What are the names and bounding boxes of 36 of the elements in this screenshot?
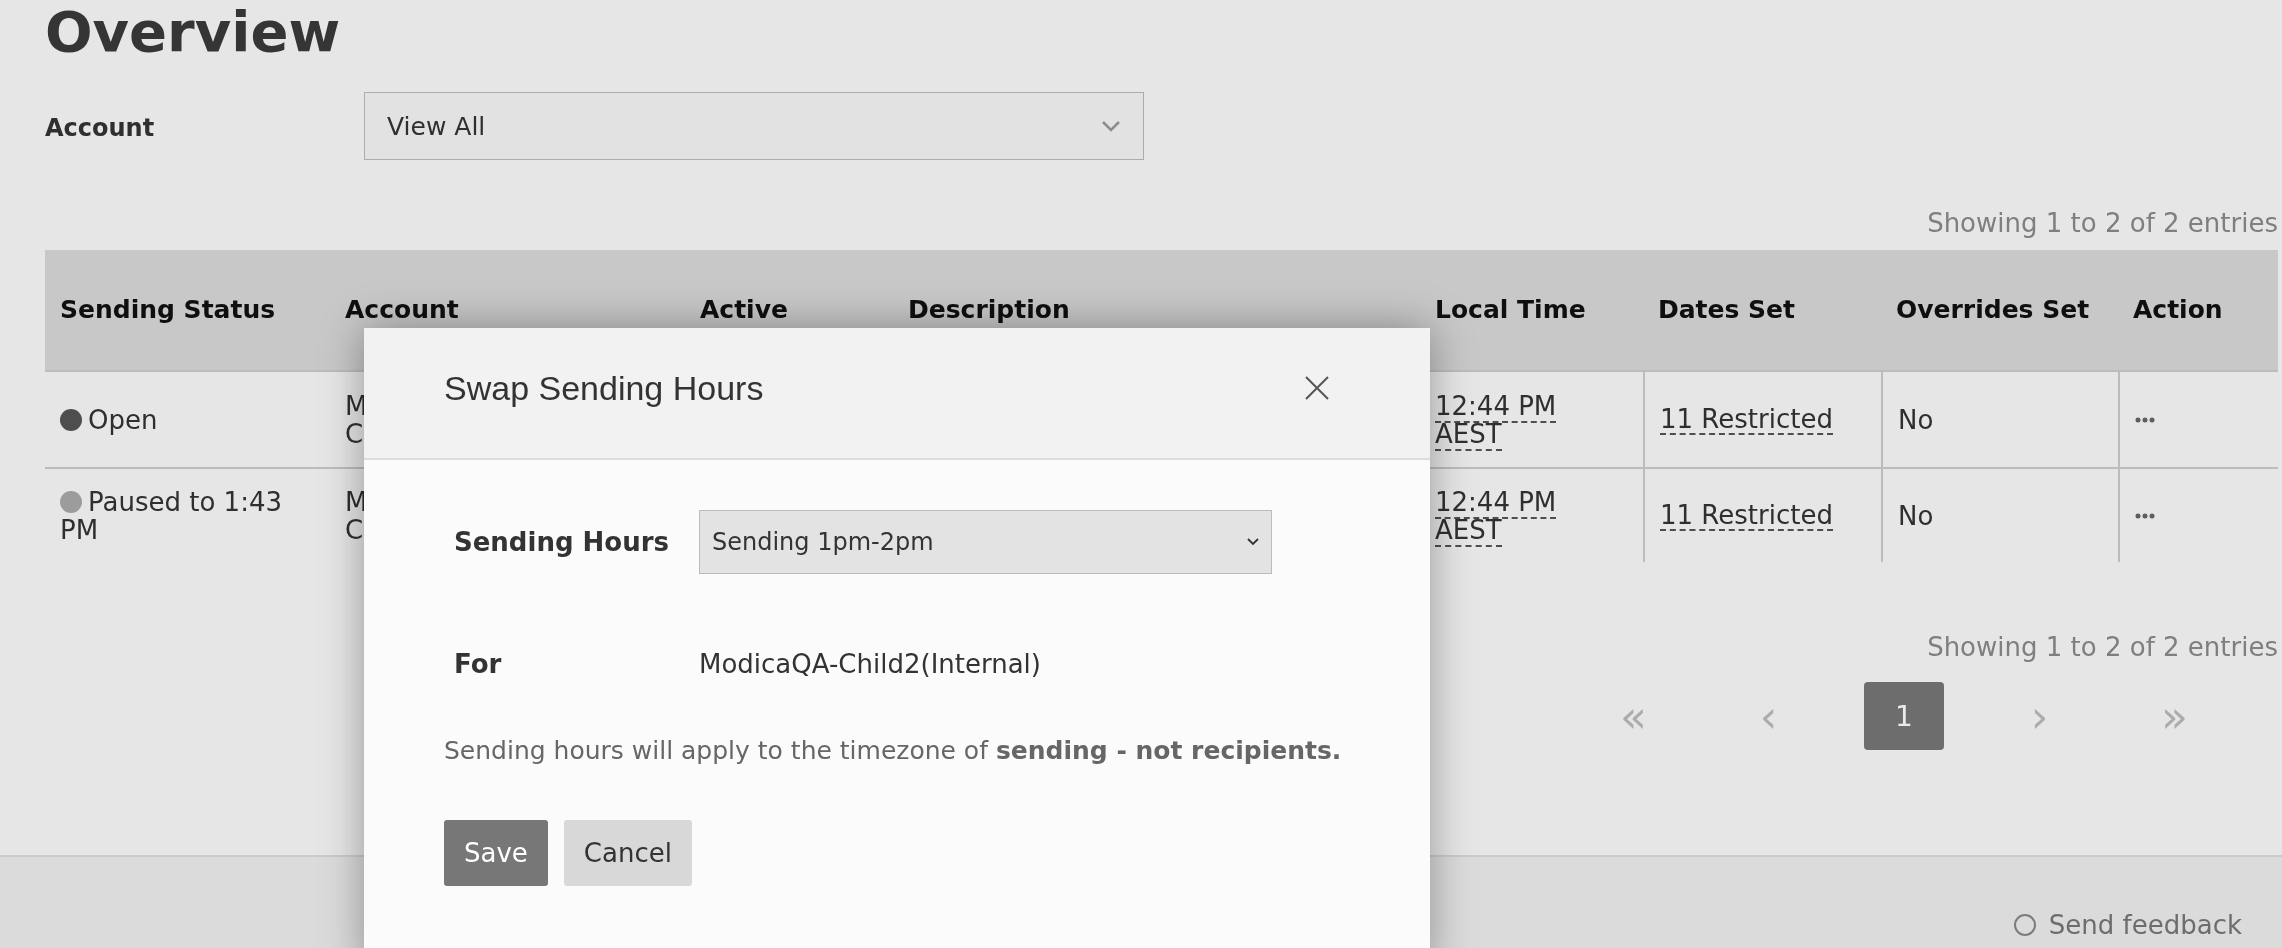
overrides-text: No: [1898, 405, 1934, 434]
hours-select[interactable]: Sending 1pm-2pm: [699, 510, 1272, 574]
column-header: Account: [345, 298, 459, 322]
dialog-note: Sending hours will apply to the timezone of sending - not recipients.: [444, 736, 1343, 765]
page-title: Overview: [45, 0, 342, 64]
field-label: For: [453, 649, 503, 679]
column-header: Sending Status: [60, 298, 276, 322]
column-header: Action: [2133, 298, 2223, 322]
dialog-title: Swap Sending Hours: [444, 368, 764, 408]
field-value: ModicaQA-Child2(Internal): [699, 649, 1041, 679]
entries-summary: Showing 1 to 2 of 2 entries: [1926, 632, 2278, 662]
account-select[interactable]: View All: [364, 92, 1144, 160]
more-icon[interactable]: [2135, 416, 2155, 423]
feedback-link[interactable]: Send feedback: [2012, 910, 2242, 940]
field-label: Sending Hours: [453, 527, 670, 557]
local-time: 12:44 PM AEST: [1435, 391, 1557, 448]
column-header: Dates Set: [1658, 298, 1796, 322]
column-header: Local Time: [1435, 298, 1586, 322]
filter-label: Account: [45, 114, 156, 142]
local-time: 12:44 PM AEST: [1435, 487, 1557, 544]
status-text: Open: [60, 405, 158, 434]
column-header: Active: [700, 298, 788, 322]
overrides-text: No: [1898, 501, 1934, 530]
save-button[interactable]: Save: [444, 820, 548, 886]
status-text: Paused to 1:43 PM: [60, 487, 283, 544]
close-icon[interactable]: [1304, 375, 1330, 401]
more-icon[interactable]: [2135, 512, 2155, 519]
pagination-button[interactable]: 1: [1864, 682, 1944, 750]
dates-set-link[interactable]: 11 Restricted: [1660, 404, 1833, 435]
chevron-down-icon: [1101, 120, 1121, 132]
column-header: Description: [908, 298, 1070, 322]
entries-summary: Showing 1 to 2 of 2 entries: [1926, 208, 2278, 238]
cancel-button[interactable]: Cancel: [563, 820, 692, 886]
chevron-down-icon: [1247, 538, 1259, 546]
dates-set-link[interactable]: 11 Restricted: [1660, 500, 1833, 531]
column-header: Overrides Set: [1896, 298, 2090, 322]
